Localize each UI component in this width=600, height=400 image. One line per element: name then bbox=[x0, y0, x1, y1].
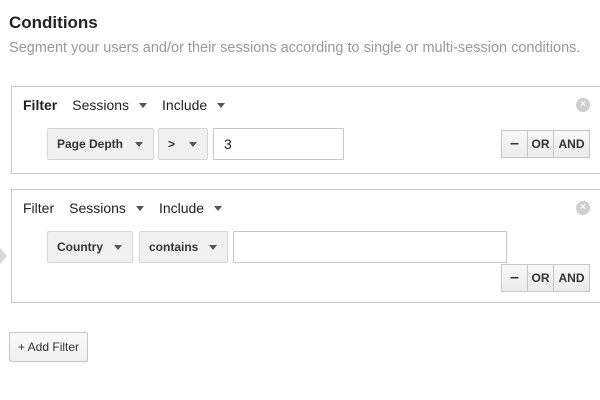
caret-down-icon bbox=[189, 142, 197, 147]
and-button[interactable]: AND bbox=[553, 264, 590, 292]
condition-button-group: – OR AND bbox=[501, 130, 590, 158]
close-circle-icon[interactable]: × bbox=[576, 98, 590, 112]
dimension-select[interactable]: Country bbox=[47, 231, 133, 263]
operator-value: > bbox=[168, 137, 176, 151]
value-input[interactable] bbox=[233, 231, 507, 263]
value-input[interactable]: 3 bbox=[213, 128, 344, 160]
include-value: Include bbox=[158, 200, 205, 216]
operator-value: contains bbox=[149, 240, 199, 254]
remove-condition-button[interactable]: – bbox=[501, 130, 528, 158]
caret-down-icon bbox=[114, 245, 122, 250]
dimension-select[interactable]: Page Depth bbox=[47, 128, 154, 160]
caret-down-icon bbox=[135, 142, 143, 147]
and-button[interactable]: AND bbox=[553, 130, 590, 158]
filter-card-2: Filter Sessions Include × Country contai… bbox=[11, 189, 600, 303]
caret-down-icon bbox=[214, 205, 223, 211]
operator-select[interactable]: > bbox=[158, 128, 208, 160]
condition-button-group: – OR AND bbox=[501, 264, 590, 292]
scope-dropdown[interactable]: Sessions bbox=[69, 200, 144, 216]
scope-value: Sessions bbox=[72, 97, 130, 113]
operator-select[interactable]: contains bbox=[139, 231, 228, 263]
include-value: Include bbox=[162, 97, 208, 113]
caret-down-icon bbox=[135, 205, 144, 211]
or-button[interactable]: OR bbox=[527, 264, 554, 292]
conditions-subtitle: Segment your users and/or their sessions… bbox=[9, 40, 581, 56]
or-button[interactable]: OR bbox=[527, 130, 554, 158]
conditions-title: Conditions bbox=[9, 13, 98, 32]
add-filter-button[interactable]: + Add Filter bbox=[9, 332, 89, 362]
filter-label: Filter bbox=[23, 200, 55, 216]
active-filter-indicator bbox=[0, 248, 7, 264]
caret-down-icon bbox=[217, 102, 226, 108]
dimension-value: Page Depth bbox=[57, 137, 124, 151]
dimension-value: Country bbox=[57, 240, 103, 254]
filter-header: Filter Sessions Include bbox=[23, 200, 237, 216]
include-dropdown[interactable]: Include bbox=[162, 97, 226, 113]
caret-down-icon bbox=[209, 245, 217, 250]
filter-card-1: Filter Sessions Include × Page Depth > 3… bbox=[11, 86, 600, 174]
scope-value: Sessions bbox=[69, 200, 126, 216]
close-circle-icon[interactable]: × bbox=[576, 201, 590, 215]
remove-condition-button[interactable]: – bbox=[501, 264, 528, 292]
scope-dropdown[interactable]: Sessions bbox=[72, 97, 148, 113]
filter-header: Filter Sessions Include bbox=[23, 97, 240, 113]
include-dropdown[interactable]: Include bbox=[158, 200, 223, 216]
filter-label: Filter bbox=[23, 97, 58, 113]
caret-down-icon bbox=[139, 102, 148, 108]
